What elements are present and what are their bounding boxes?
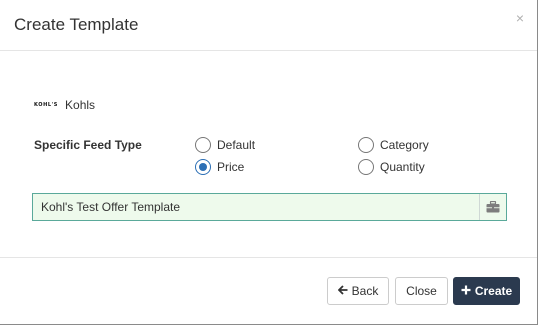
back-button[interactable]: Back — [327, 277, 389, 305]
kohls-logo: KOHL'S — [34, 102, 59, 108]
create-button[interactable]: Create — [453, 277, 520, 305]
radio-default-circle[interactable] — [195, 137, 211, 153]
radio-category-circle[interactable] — [358, 137, 374, 153]
close-button-label: Close — [406, 284, 437, 298]
template-name-input[interactable] — [33, 194, 479, 220]
feed-type-label: Specific Feed Type — [34, 138, 142, 152]
radio-price-label: Price — [217, 160, 245, 174]
briefcase-icon-glyph — [486, 201, 500, 213]
plus-icon — [461, 284, 471, 298]
close-button[interactable]: Close — [395, 277, 448, 305]
marketplace-brand: KOHL'S Kohls — [34, 97, 95, 113]
radio-category-label: Category — [380, 138, 429, 152]
create-template-dialog: Create Template × KOHL'S Kohls Specific … — [0, 0, 538, 325]
briefcase-icon[interactable] — [479, 194, 506, 220]
plus-glyph — [461, 285, 471, 295]
radio-category[interactable]: Category — [358, 137, 429, 153]
dialog-title: Create Template — [14, 15, 139, 34]
back-button-label: Back — [351, 284, 379, 298]
footer-divider — [0, 257, 537, 258]
close-icon[interactable]: × — [516, 10, 524, 26]
radio-default[interactable]: Default — [195, 137, 255, 153]
brand-name: Kohls — [65, 98, 96, 112]
radio-default-label: Default — [217, 138, 256, 152]
radio-price-circle[interactable] — [195, 159, 211, 175]
arrow-left-icon — [337, 284, 348, 298]
dialog-header: Create Template × — [0, 0, 537, 51]
radio-quantity-circle[interactable] — [358, 159, 374, 175]
radio-price[interactable]: Price — [195, 159, 244, 175]
arrow-left-glyph — [337, 285, 348, 295]
radio-quantity-label: Quantity — [380, 160, 425, 174]
radio-quantity[interactable]: Quantity — [358, 159, 425, 175]
create-button-label: Create — [474, 284, 513, 298]
template-name-field — [32, 193, 507, 221]
